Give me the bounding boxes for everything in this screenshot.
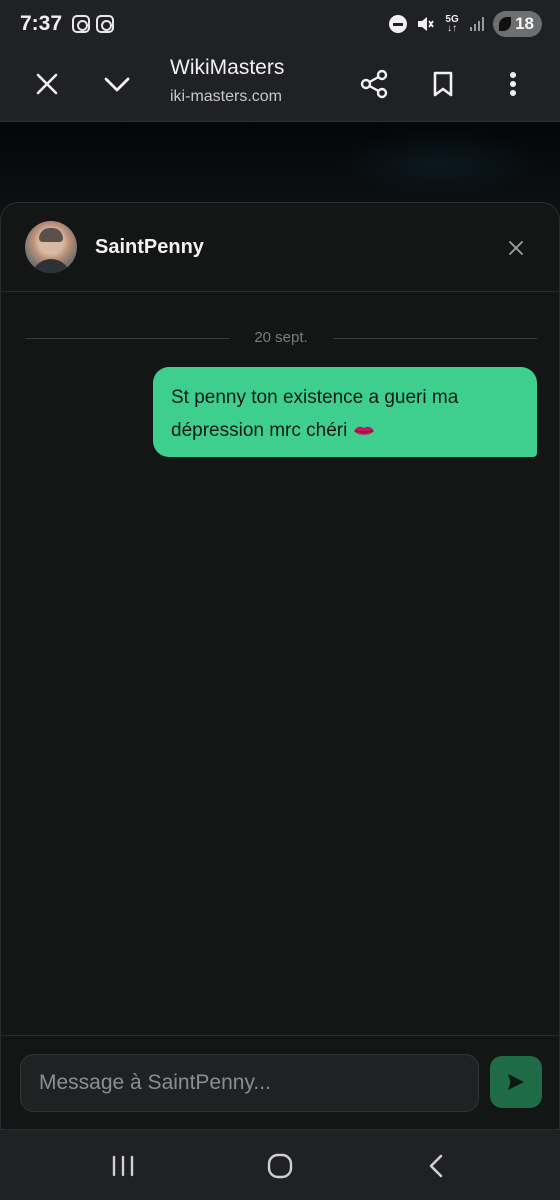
battery-icon — [499, 17, 512, 31]
date-separator: 20 sept. — [25, 329, 537, 349]
recents-button[interactable] — [99, 1144, 147, 1188]
message-text: St penny ton existence a gueri ma dépres… — [171, 387, 459, 441]
page-title: WikiMasters — [170, 56, 285, 79]
chat-header: SaintPenny — [1, 203, 559, 292]
message-input[interactable] — [20, 1054, 479, 1112]
page-background-glow — [330, 130, 550, 200]
avatar[interactable] — [25, 221, 77, 273]
status-icons: 5G ↓↑ 18 — [389, 10, 542, 38]
signal-icon — [470, 17, 485, 31]
home-button[interactable] — [256, 1144, 304, 1188]
browser-toolbar: WikiMasters iki-masters.com — [0, 46, 560, 122]
recents-icon — [112, 1155, 134, 1177]
instagram-icon — [96, 15, 114, 33]
share-icon — [360, 69, 388, 99]
back-icon — [429, 1154, 443, 1178]
chat-modal: SaintPenny 20 sept. St penny ton existen… — [0, 202, 560, 1130]
system-nav-bar — [0, 1130, 560, 1200]
close-icon — [36, 73, 58, 95]
outgoing-message-bubble[interactable]: St penny ton existence a gueri ma dépres… — [153, 367, 537, 457]
close-tab-button[interactable] — [23, 60, 71, 108]
divider — [333, 338, 537, 339]
mute-icon — [418, 17, 434, 31]
back-button[interactable] — [412, 1144, 460, 1188]
bookmark-icon — [433, 71, 453, 97]
more-options-button[interactable] — [489, 60, 537, 108]
page-url[interactable]: iki-masters.com — [170, 88, 282, 106]
kiss-lips-icon — [353, 426, 374, 435]
minimize-button[interactable] — [93, 60, 141, 108]
battery-level: 18 — [515, 14, 534, 33]
network-label: 5G — [445, 14, 459, 25]
share-button[interactable] — [350, 60, 398, 108]
battery-indicator: 18 — [493, 11, 542, 37]
send-icon — [508, 1074, 524, 1090]
chevron-down-icon — [104, 77, 130, 92]
5g-icon: 5G ↓↑ — [445, 14, 459, 34]
status-time: 7:37 — [20, 12, 63, 35]
send-button[interactable] — [490, 1056, 542, 1108]
home-icon — [267, 1153, 293, 1179]
close-icon — [509, 241, 523, 255]
instagram-icon — [72, 15, 90, 33]
status-bar: 7:37 5G ↓↑ 18 — [0, 0, 560, 46]
message-composer — [1, 1035, 559, 1129]
contact-name[interactable]: SaintPenny — [95, 236, 204, 259]
close-chat-button[interactable] — [501, 233, 531, 263]
do-not-disturb-icon — [389, 15, 408, 33]
bookmark-button[interactable] — [419, 60, 467, 108]
more-vert-icon — [510, 72, 516, 96]
